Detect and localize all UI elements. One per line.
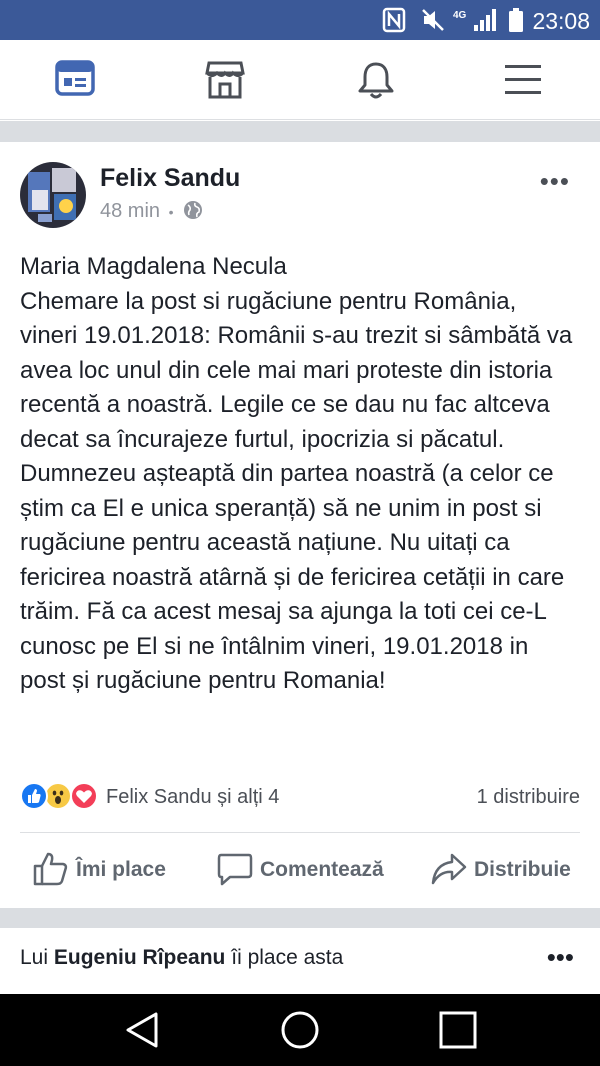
activity-text: Lui Eugeniu Rîpeanu îi place asta — [20, 946, 343, 970]
avatar[interactable] — [20, 162, 86, 228]
post-options-button[interactable]: ••• — [540, 168, 570, 194]
post-meta: 48 min • — [100, 200, 203, 226]
comment-icon — [217, 853, 253, 886]
clock: 23:08 — [532, 8, 590, 34]
thumbs-up-icon — [33, 852, 68, 886]
signal-icon: 4G — [452, 7, 500, 38]
menu-icon — [505, 65, 541, 94]
like-reaction-icon — [20, 782, 48, 810]
feed-separator — [0, 121, 600, 142]
activity-item[interactable]: Lui Eugeniu Rîpeanu îi place asta ••• — [0, 928, 600, 994]
notifications-icon — [358, 62, 394, 99]
marketplace-icon — [205, 61, 245, 99]
feed-separator — [0, 908, 600, 928]
reaction-names: Felix Sandu și alți 4 — [106, 786, 280, 808]
like-label: Îmi place — [76, 858, 166, 881]
battery-icon — [508, 7, 524, 38]
share-count[interactable]: 1 distribuire — [477, 786, 580, 809]
love-reaction-icon — [70, 782, 98, 810]
nfc-icon — [382, 7, 406, 38]
divider — [20, 832, 580, 833]
top-navigation — [0, 40, 600, 120]
comment-label: Comentează — [260, 858, 384, 881]
post-time[interactable]: 48 min — [100, 200, 160, 222]
wow-reaction-icon — [44, 782, 72, 810]
tab-marketplace[interactable] — [195, 55, 255, 105]
post-card: Felix Sandu 48 min • ••• Maria Magdalena… — [0, 142, 600, 908]
mute-icon — [420, 7, 446, 38]
meta-separator: • — [168, 204, 174, 220]
globe-icon — [183, 200, 203, 226]
status-bar: 4G 23:08 — [0, 0, 600, 40]
home-icon[interactable] — [280, 1010, 320, 1050]
tab-news-feed[interactable] — [45, 55, 105, 105]
post-body: Maria Magdalena Necula Chemare la post s… — [20, 253, 573, 694]
activity-suffix: îi place asta — [231, 946, 344, 969]
activity-options-button[interactable]: ••• — [547, 944, 574, 970]
network-label: 4G — [453, 10, 467, 21]
share-label: Distribuie — [474, 858, 571, 881]
activity-prefix: Lui — [20, 946, 49, 969]
post-author[interactable]: Felix Sandu — [100, 164, 240, 193]
recents-icon[interactable] — [438, 1010, 478, 1050]
system-navigation-bar — [0, 994, 600, 1066]
activity-user[interactable]: Eugeniu Rîpeanu — [54, 946, 226, 969]
back-icon[interactable] — [122, 1010, 162, 1050]
news-feed-icon — [55, 60, 95, 96]
share-icon — [431, 853, 467, 885]
tab-menu[interactable] — [494, 55, 554, 105]
tab-notifications[interactable] — [346, 55, 406, 105]
